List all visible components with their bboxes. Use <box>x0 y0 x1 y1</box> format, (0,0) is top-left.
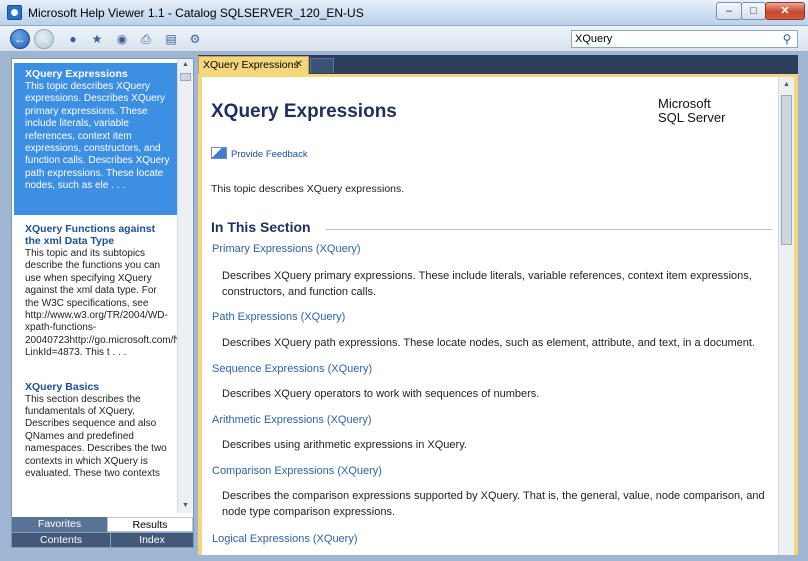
title-bar: Microsoft Help Viewer 1.1 - Catalog SQLS… <box>0 0 808 26</box>
intro-text: This topic describes XQuery expressions. <box>211 183 405 195</box>
maximize-button[interactable]: □ <box>741 2 766 20</box>
search-result-item[interactable]: XQuery Expressions This topic describes … <box>14 63 177 215</box>
section-heading: In This Section <box>211 219 311 235</box>
search-results-panel: XQuery Expressions This topic describes … <box>11 58 194 548</box>
topic-description: Describes XQuery primary expressions. Th… <box>222 270 752 298</box>
close-tab-icon[interactable]: ✕ <box>295 59 303 70</box>
result-title[interactable]: XQuery Expressions <box>25 68 171 80</box>
result-description: This section describes the fundamentals … <box>25 393 167 480</box>
feedback-icon <box>211 147 227 159</box>
topic-link-comparison-expressions[interactable]: Comparison Expressions (XQuery) <box>212 465 382 477</box>
window-title: Microsoft Help Viewer 1.1 - Catalog SQLS… <box>28 6 364 20</box>
results-scrollbar[interactable]: ▲ ▼ <box>177 59 193 513</box>
document-page: XQuery Expressions Microsoft SQL Server … <box>202 77 794 555</box>
scroll-up-arrow-icon[interactable]: ▲ <box>779 79 794 91</box>
search-input[interactable] <box>575 32 775 46</box>
feedback-label[interactable]: Provide Feedback <box>231 149 308 160</box>
topic-link-sequence-expressions[interactable]: Sequence Expressions (XQuery) <box>212 363 372 375</box>
result-description: This topic and its subtopics describe th… <box>25 248 177 359</box>
search-result-item[interactable]: XQuery Functions against the xml Data Ty… <box>12 215 177 366</box>
tab-results[interactable]: Results <box>107 517 193 532</box>
document-tab-strip: XQuery Expressions ✕ <box>198 55 798 74</box>
page-title: XQuery Expressions <box>211 101 397 122</box>
scroll-up-arrow-icon[interactable]: ▲ <box>178 59 193 71</box>
topic-link-arithmetic-expressions[interactable]: Arithmetic Expressions (XQuery) <box>212 414 372 426</box>
new-tab-placeholder[interactable] <box>310 58 334 73</box>
search-result-item[interactable]: XQuery Basics This section describes the… <box>12 366 177 487</box>
topic-description: Describes XQuery path expressions. These… <box>222 337 755 349</box>
home-icon[interactable]: ● <box>66 32 80 46</box>
help-viewer-app-icon <box>7 5 22 20</box>
scroll-down-arrow-icon[interactable]: ▼ <box>178 500 193 512</box>
document-scrollbar[interactable]: ▲ <box>778 77 794 555</box>
topic-description: Describes XQuery operators to work with … <box>222 388 540 400</box>
settings-gear-icon[interactable]: ⚙ <box>188 32 202 46</box>
search-box: ⚲ <box>571 30 798 48</box>
search-results-list: XQuery Expressions This topic describes … <box>12 59 177 513</box>
topic-link-logical-expressions[interactable]: Logical Expressions (XQuery) <box>212 533 358 545</box>
topic-link-primary-expressions[interactable]: Primary Expressions (XQuery) <box>212 243 361 255</box>
add-favorite-icon[interactable]: ★ <box>90 32 104 46</box>
forward-arrow-icon[interactable]: → <box>34 29 54 49</box>
section-divider <box>326 229 772 230</box>
close-window-button[interactable]: ✕ <box>765 2 805 20</box>
logo-line-1: Microsoft <box>658 96 711 111</box>
result-title[interactable]: XQuery Functions against the xml Data Ty… <box>25 223 169 247</box>
back-arrow-icon[interactable]: ← <box>10 29 30 49</box>
print-icon[interactable]: ⎙ <box>139 32 153 46</box>
tab-favorites[interactable]: Favorites <box>12 517 107 532</box>
tab-contents[interactable]: Contents <box>12 532 110 547</box>
document-area: XQuery Expressions Microsoft SQL Server … <box>198 74 798 555</box>
document-scroll-thumb[interactable] <box>781 95 792 245</box>
sql-server-logo: Microsoft SQL Server <box>658 97 725 125</box>
logo-line-2: SQL Server <box>658 110 726 125</box>
provide-feedback-link[interactable]: Provide Feedback <box>211 147 308 160</box>
tab-index[interactable]: Index <box>110 532 193 547</box>
topic-description: Describes the comparison expressions sup… <box>222 490 765 518</box>
minimize-button[interactable]: – <box>716 2 742 20</box>
document-tab[interactable]: XQuery Expressions ✕ <box>198 56 309 74</box>
panel-tabs: Favorites Results Contents Index <box>12 517 193 547</box>
document-body: XQuery Expressions Microsoft SQL Server … <box>202 77 778 555</box>
content-frame: XQuery Expressions ✕ XQuery Expressions … <box>198 55 798 555</box>
result-title[interactable]: XQuery Basics <box>25 381 169 393</box>
topic-link-path-expressions[interactable]: Path Expressions (XQuery) <box>212 311 345 323</box>
results-scroll-thumb[interactable] <box>180 73 191 81</box>
search-icon[interactable]: ⚲ <box>780 32 794 46</box>
find-icon[interactable]: ◉ <box>115 32 129 46</box>
document-tab-label: XQuery Expressions <box>203 59 299 71</box>
result-description: This topic describes XQuery expressions.… <box>25 81 170 192</box>
topic-description: Describes using arithmetic expressions i… <box>222 439 467 451</box>
manage-content-icon[interactable]: ▤ <box>164 32 178 46</box>
